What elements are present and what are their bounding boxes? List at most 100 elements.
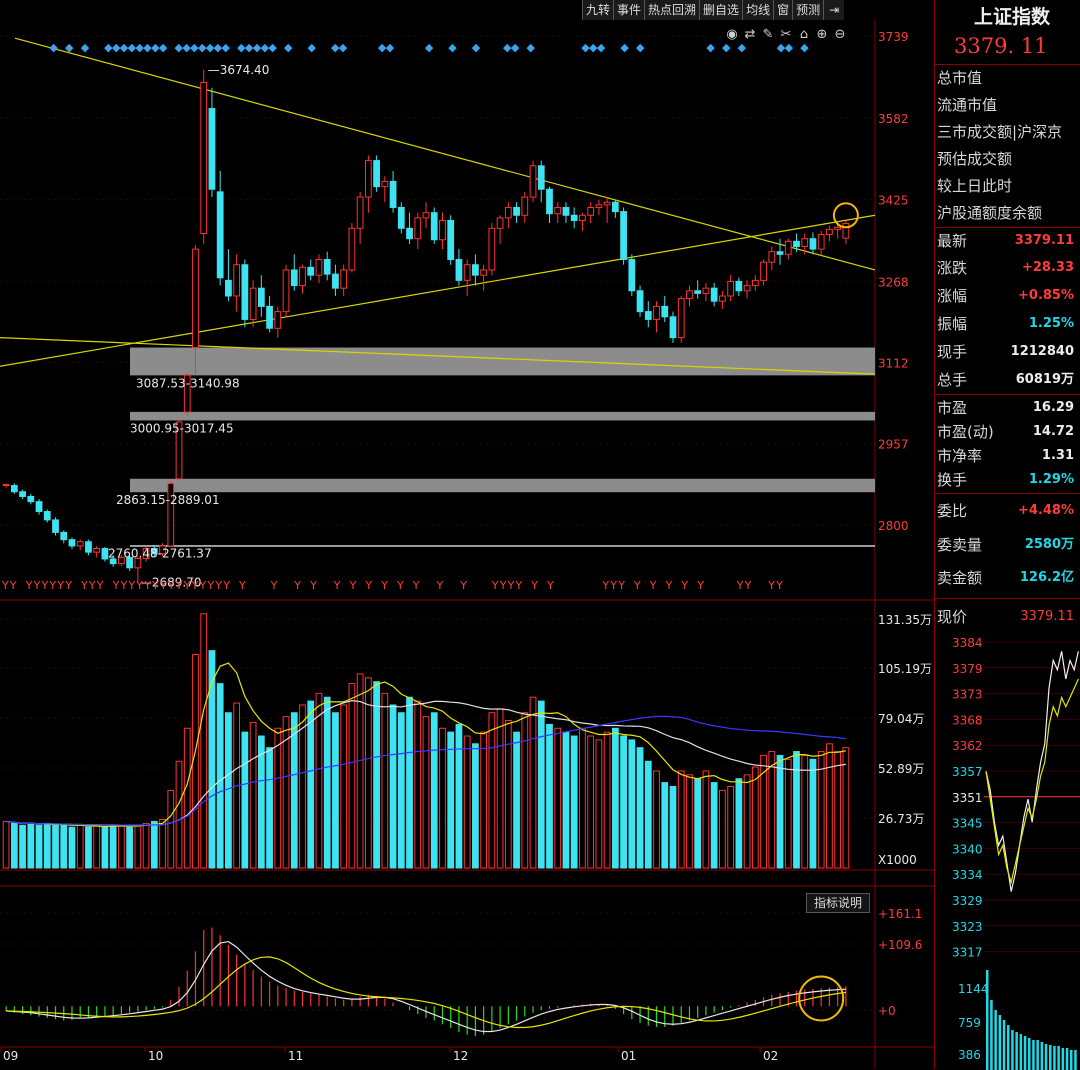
signal-diamond: ◆ bbox=[448, 41, 457, 54]
signal-y: Y bbox=[143, 579, 151, 592]
volume-bar bbox=[249, 721, 257, 869]
candle-body bbox=[257, 287, 265, 307]
candle-body bbox=[406, 227, 413, 240]
volume-bar bbox=[422, 716, 430, 869]
info-float-market-cap: 流通市值 bbox=[937, 96, 998, 114]
candle-body bbox=[636, 290, 644, 313]
signal-y: Y bbox=[33, 579, 41, 592]
mini-volume-bar bbox=[1074, 1050, 1077, 1070]
val-turnover-rate: 换手 1.29% bbox=[937, 471, 1074, 489]
mini-volume-bar bbox=[1036, 1040, 1039, 1070]
volume-bar bbox=[381, 692, 389, 869]
stat-current-volume: 现手 1212840 bbox=[937, 343, 1074, 361]
signal-y: Y bbox=[206, 579, 214, 592]
volume-tick-label: 79.04万 bbox=[878, 712, 924, 726]
candle-body bbox=[653, 305, 660, 320]
signal-diamond: ◆ bbox=[620, 41, 629, 54]
price-tick-label: 2957 bbox=[878, 437, 909, 451]
volume-bar bbox=[463, 735, 471, 869]
volume-bar bbox=[109, 824, 117, 869]
info-vs-prev: 较上日此时 bbox=[937, 177, 1013, 195]
signal-y: Y bbox=[214, 579, 222, 592]
toggle-icon[interactable]: ⇄ bbox=[745, 27, 756, 42]
gap-zone bbox=[130, 347, 875, 376]
candle-body bbox=[661, 305, 669, 318]
signal-y: Y bbox=[349, 579, 357, 592]
collapse-panel-icon[interactable]: ⇥ bbox=[823, 0, 845, 20]
volume-bar bbox=[183, 727, 191, 869]
volume-bar bbox=[529, 696, 537, 869]
brush-icon[interactable]: ✎ bbox=[763, 27, 774, 42]
volume-bar bbox=[677, 770, 685, 869]
candle-body bbox=[249, 287, 257, 320]
mini-avg-line bbox=[985, 678, 1079, 885]
toolbar: 九转 事件 热点回溯 删自选 均线 窗 预测 ⇥ bbox=[582, 0, 845, 20]
signal-y: Y bbox=[309, 579, 317, 592]
volume-bar bbox=[340, 704, 348, 869]
lock-icon[interactable]: ⌂ bbox=[800, 27, 808, 42]
candle-body bbox=[694, 290, 702, 294]
mini-volume-bar bbox=[1070, 1050, 1073, 1070]
scissors-icon[interactable]: ✂ bbox=[781, 27, 792, 42]
candle-body bbox=[35, 501, 43, 513]
toolbar-window-button[interactable]: 窗 bbox=[773, 0, 793, 20]
volume-bar bbox=[68, 826, 76, 869]
mini-price-tick: 3384 bbox=[952, 636, 983, 650]
toolbar-events-button[interactable]: 事件 bbox=[613, 0, 645, 20]
zoom-out-icon[interactable]: ⊖ bbox=[835, 27, 846, 42]
candle-body bbox=[356, 196, 364, 229]
candle-body bbox=[472, 264, 479, 276]
signal-diamond: ◆ bbox=[159, 41, 168, 54]
order-ratio: 委比 +4.48% bbox=[937, 502, 1074, 520]
candle-body bbox=[299, 266, 306, 287]
signal-diamond: ◆ bbox=[738, 41, 747, 54]
candle-body bbox=[60, 531, 68, 541]
mini-volume-bar bbox=[1011, 1030, 1014, 1070]
candle-body bbox=[587, 206, 595, 216]
volume-bar bbox=[356, 673, 364, 869]
candle-body bbox=[10, 485, 18, 493]
candle-body bbox=[364, 160, 372, 198]
gap-annotation: 2863.15-2889.01 bbox=[116, 493, 220, 507]
volume-bar bbox=[2, 820, 10, 869]
indicator-explain-button[interactable]: 指标说明 bbox=[806, 893, 870, 913]
candle-body bbox=[323, 259, 331, 275]
candle-body bbox=[793, 240, 800, 248]
candle-body bbox=[546, 188, 553, 215]
candle-body bbox=[200, 81, 208, 234]
toolbar-remove-watchlist-button[interactable]: 删自选 bbox=[699, 0, 743, 20]
volume-bar bbox=[414, 700, 422, 869]
volume-bar bbox=[175, 760, 183, 869]
signal-y: Y bbox=[293, 579, 301, 592]
candle-body bbox=[414, 217, 422, 240]
val-pb: 市净率 1.31 bbox=[937, 447, 1074, 465]
volume-bar bbox=[315, 692, 323, 869]
candle-body bbox=[669, 316, 677, 339]
signal-y: Y bbox=[499, 579, 507, 592]
candle-body bbox=[381, 180, 389, 188]
toolbar-hotspot-review-button[interactable]: 热点回溯 bbox=[644, 0, 700, 20]
candle-body bbox=[719, 295, 726, 302]
volume-bar bbox=[669, 785, 677, 869]
macd-tick-label: +161.1 bbox=[878, 907, 922, 921]
stock-chart[interactable]: 3739 3582 3425 3268 3112 2957 2800 —3674.40 3087… bbox=[0, 0, 934, 1069]
candle-body bbox=[2, 483, 10, 487]
volume-bar bbox=[455, 723, 463, 869]
candle-body bbox=[463, 264, 471, 281]
volume-bar bbox=[101, 826, 109, 869]
toolbar-jiuzhuan-button[interactable]: 九转 bbox=[582, 0, 614, 20]
volume-bar bbox=[620, 735, 627, 869]
mini-volume-bar bbox=[1053, 1046, 1056, 1070]
candle-body bbox=[332, 273, 339, 289]
zoom-in-icon[interactable]: ⊕ bbox=[817, 27, 828, 42]
candle-body bbox=[93, 548, 101, 553]
candle-body bbox=[776, 251, 784, 255]
toolbar-forecast-button[interactable]: 预测 bbox=[792, 0, 824, 20]
macd-tick-label: +0 bbox=[878, 1004, 896, 1018]
eye-icon[interactable]: ◉ bbox=[726, 27, 737, 42]
volume-bar bbox=[735, 778, 743, 869]
toolbar-moving-average-button[interactable]: 均线 bbox=[742, 0, 774, 20]
signal-y: Y bbox=[767, 579, 775, 592]
mini-volume-bar bbox=[1065, 1048, 1069, 1070]
candle-body bbox=[611, 201, 619, 213]
